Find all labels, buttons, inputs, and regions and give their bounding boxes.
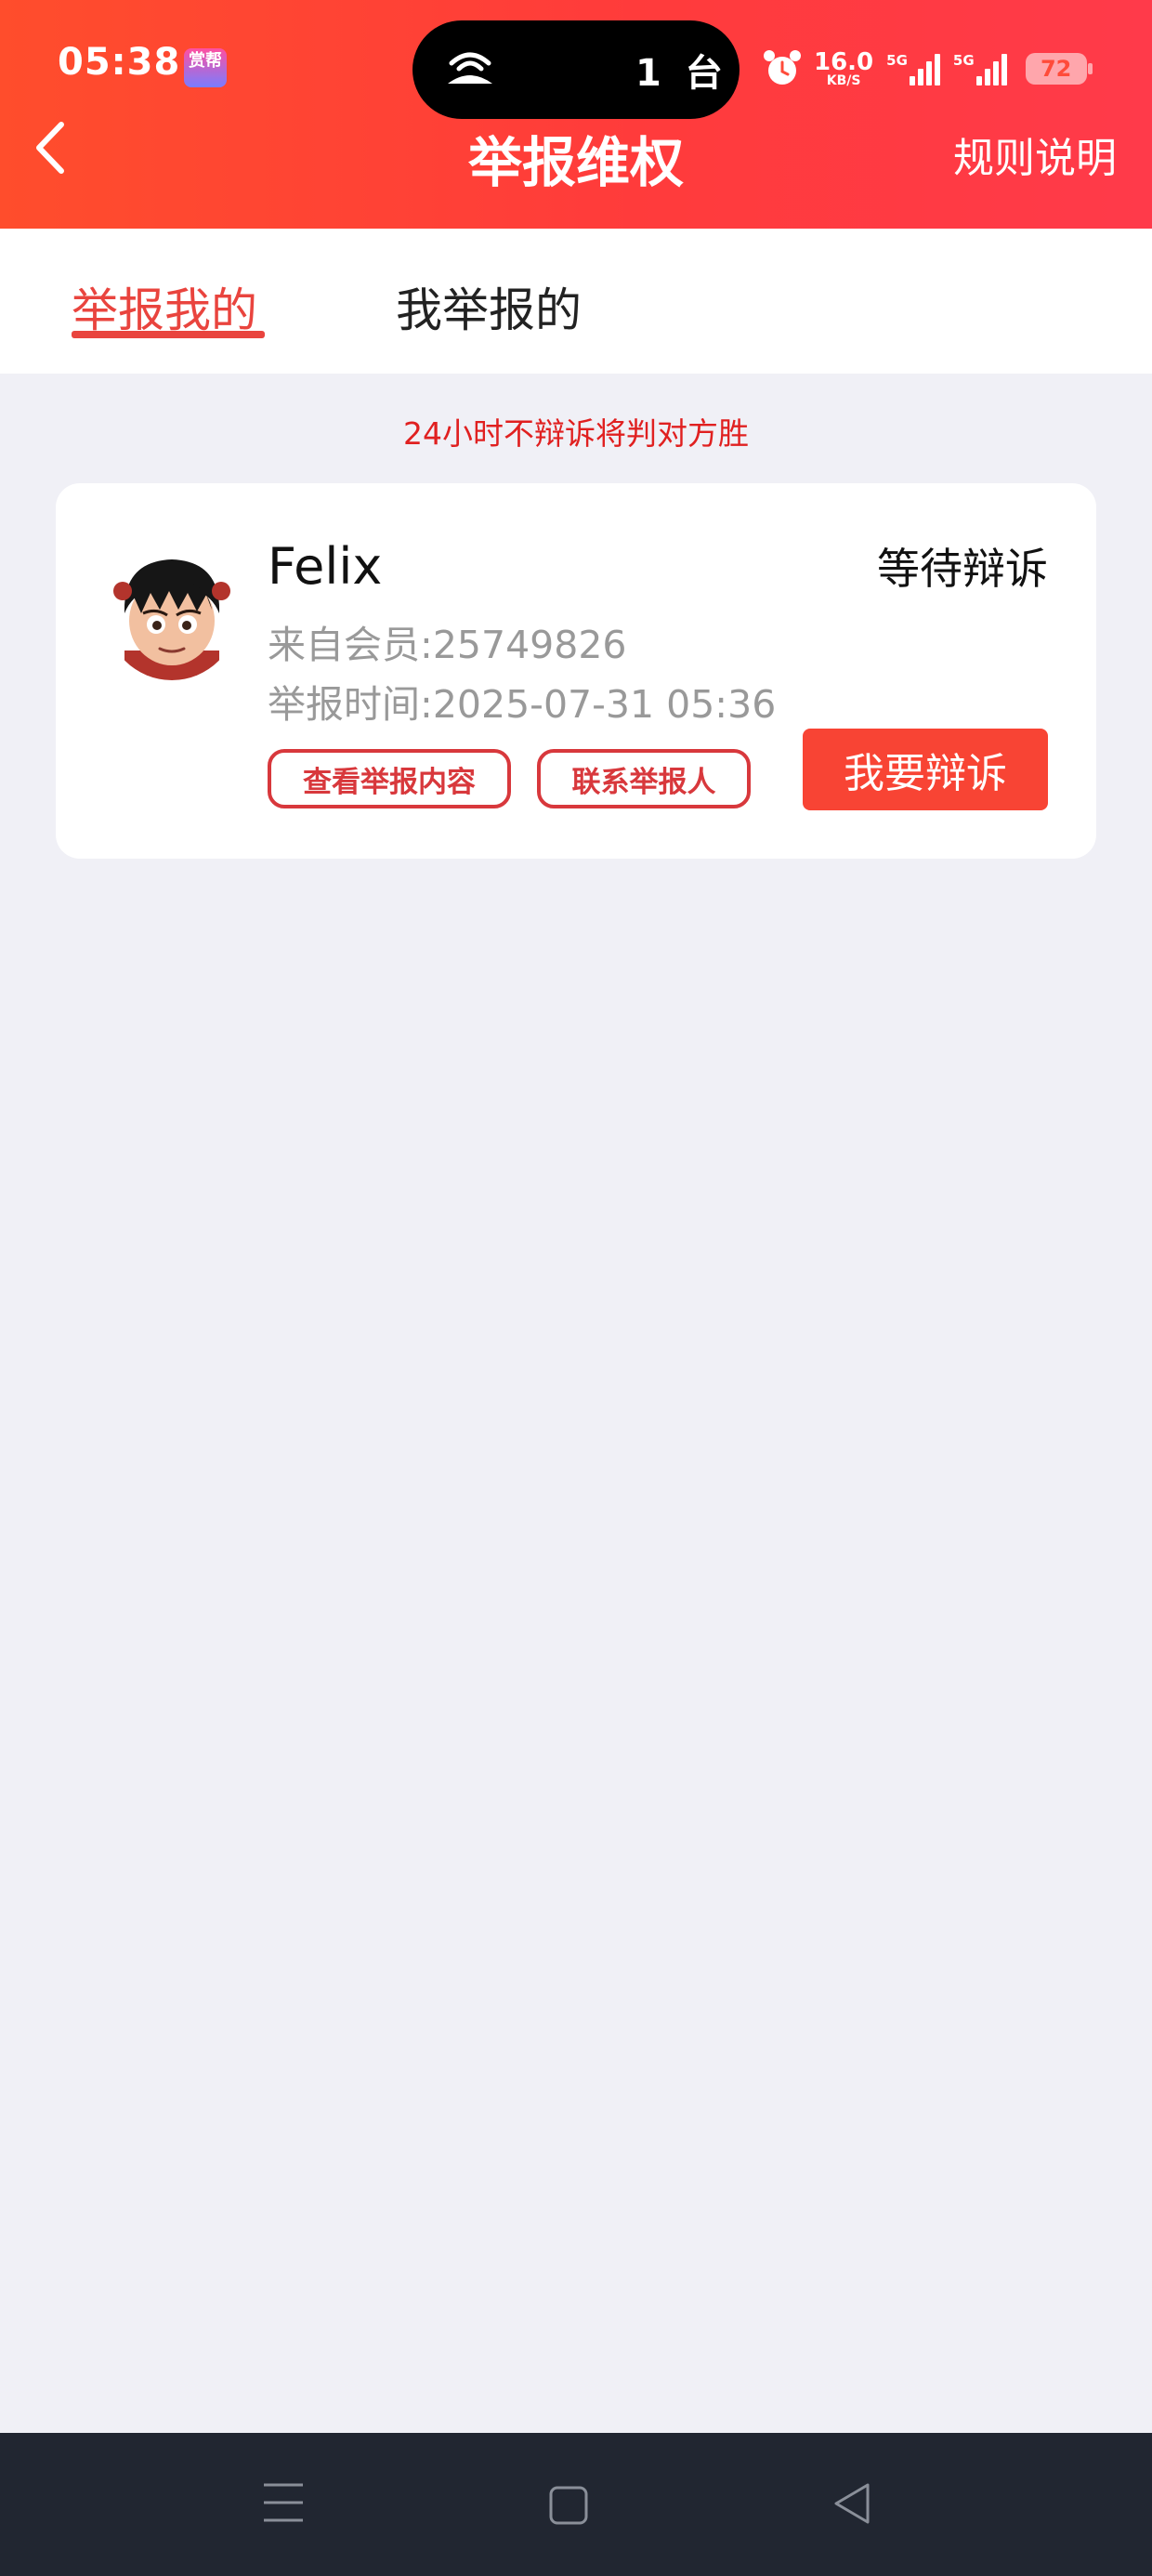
network-speed-unit: KB/S xyxy=(826,73,861,88)
hotspot-icon xyxy=(448,52,492,84)
network-speed: 16.0 KB/S xyxy=(814,50,873,87)
screen: 05:38 赏帮 1 台 16.0 KB/S 5G 5G 72 举报维权 规则说… xyxy=(0,0,1152,2576)
status-badge: 等待辩诉 xyxy=(877,544,1048,594)
menu-icon[interactable] xyxy=(262,2479,305,2526)
tab-bar: 举报我的 我举报的 xyxy=(0,229,1152,374)
signal-sim1-icon: 5G xyxy=(886,52,940,85)
system-nav-bar xyxy=(0,2433,1152,2576)
avatar[interactable] xyxy=(106,548,238,680)
network-speed-value: 16.0 xyxy=(814,48,874,76)
alarm-icon xyxy=(764,50,801,85)
reporter-name: Felix xyxy=(268,537,383,596)
active-tab-indicator xyxy=(72,331,265,338)
report-card: Felix 来自会员:25749826 举报时间:2025-07-31 05:3… xyxy=(56,483,1096,859)
sim1-label: 5G xyxy=(886,52,908,69)
system-icons: 16.0 KB/S 5G 5G 72 xyxy=(762,45,1093,93)
member-id: 来自会员:25749826 xyxy=(268,623,627,667)
appeal-button[interactable]: 我要辩诉 xyxy=(803,729,1048,810)
signal-sim2-icon: 5G xyxy=(953,52,1007,85)
contact-reporter-button[interactable]: 联系举报人 xyxy=(537,749,751,808)
status-time: 05:38 xyxy=(58,41,181,84)
sim2-label: 5G xyxy=(952,52,975,69)
back-triangle-icon[interactable] xyxy=(832,2481,871,2526)
home-square-icon[interactable] xyxy=(548,2485,589,2526)
report-time: 举报时间:2025-07-31 05:36 xyxy=(268,682,777,727)
view-report-button[interactable]: 查看举报内容 xyxy=(268,749,511,808)
notice-text: 24小时不辩诉将判对方胜 xyxy=(403,415,749,452)
pill-text: 1 台 xyxy=(635,52,728,95)
tab-my-reports[interactable]: 我举报的 xyxy=(396,273,582,340)
app-badge-icon: 赏帮 xyxy=(184,48,227,87)
battery-icon: 72 xyxy=(1025,53,1093,85)
rules-link[interactable]: 规则说明 xyxy=(953,125,1117,184)
